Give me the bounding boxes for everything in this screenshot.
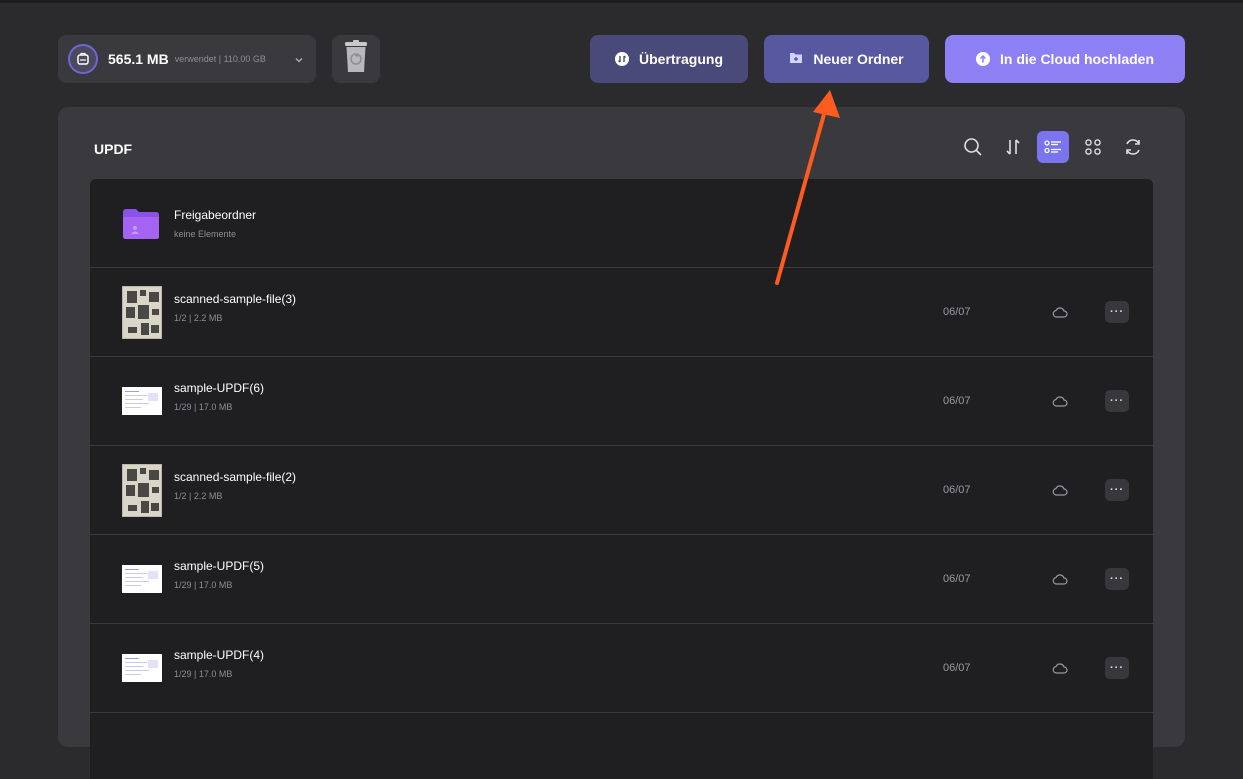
file-meta: 1/2 | 2.2 MB	[174, 491, 223, 501]
upload-button-label: In die Cloud hochladen	[1000, 51, 1154, 67]
cloud-icon[interactable]	[1052, 305, 1068, 323]
list-item[interactable]: scanned-sample-file(2) 1/2 | 2.2 MB 06/0…	[90, 446, 1153, 535]
transfer-button-label: Übertragung	[639, 51, 723, 67]
more-options-button[interactable]: ···	[1105, 301, 1129, 323]
file-name: sample-UPDF(4)	[174, 648, 265, 662]
file-name: sample-UPDF(5)	[174, 559, 265, 573]
file-meta: keine Elemente	[174, 229, 237, 239]
more-options-button[interactable]: ···	[1105, 568, 1129, 590]
refresh-icon[interactable]	[1117, 131, 1149, 163]
file-date: 06/07	[943, 395, 971, 407]
add-folder-icon	[789, 51, 803, 67]
cloud-icon[interactable]	[1052, 483, 1068, 501]
list-item[interactable]: scanned-sample-file(3) 1/2 | 2.2 MB 06/0…	[90, 268, 1153, 357]
file-meta: 1/29 | 17.0 MB	[174, 402, 233, 412]
new-folder-button[interactable]: Neuer Ordner	[764, 35, 929, 83]
file-date: 06/07	[943, 662, 971, 674]
file-thumbnail	[122, 286, 162, 339]
file-thumbnail	[122, 565, 162, 593]
file-meta: 1/29 | 17.0 MB	[174, 669, 233, 679]
view-toolbar	[957, 131, 1149, 163]
trash-button[interactable]	[332, 35, 380, 83]
list-item[interactable]: sample-UPDF(6) 1/29 | 17.0 MB 06/07 ···	[90, 357, 1153, 446]
cloud-icon[interactable]	[1052, 572, 1068, 590]
list-item[interactable]: sample-UPDF(4) 1/29 | 17.0 MB 06/07 ···	[90, 624, 1153, 713]
cloud-icon[interactable]	[1052, 394, 1068, 412]
storage-total-value: verwendet | 110.00 GB	[174, 54, 266, 64]
upload-to-cloud-button[interactable]: In die Cloud hochladen	[945, 35, 1185, 83]
file-date: 06/07	[943, 573, 971, 585]
upload-icon	[976, 52, 990, 66]
grid-view-icon[interactable]	[1077, 131, 1109, 163]
cloud-icon[interactable]	[1052, 661, 1068, 679]
file-panel: UPDF Freigabeordner keine Elemente scann…	[58, 107, 1185, 779]
panel-title: UPDF	[94, 141, 133, 157]
file-thumbnail	[122, 387, 162, 415]
storage-icon	[68, 44, 98, 74]
file-name: scanned-sample-file(3)	[174, 292, 297, 306]
transfer-icon	[615, 52, 629, 66]
folder-icon	[122, 208, 160, 245]
chevron-down-icon	[294, 52, 304, 70]
file-meta: 1/29 | 17.0 MB	[174, 580, 233, 590]
new-folder-button-label: Neuer Ordner	[813, 51, 904, 67]
more-options-button[interactable]: ···	[1105, 479, 1129, 501]
window-top-border	[0, 0, 1243, 3]
list-view-icon[interactable]	[1037, 131, 1069, 163]
sort-icon[interactable]	[997, 131, 1029, 163]
file-name: scanned-sample-file(2)	[174, 470, 297, 484]
file-name: sample-UPDF(6)	[174, 381, 265, 395]
file-list: Freigabeordner keine Elemente scanned-sa…	[90, 179, 1153, 779]
file-thumbnail	[122, 464, 162, 517]
more-options-button[interactable]: ···	[1105, 390, 1129, 412]
transfer-button[interactable]: Übertragung	[590, 35, 748, 83]
list-item-folder[interactable]: Freigabeordner keine Elemente	[90, 179, 1153, 268]
more-options-button[interactable]: ···	[1105, 657, 1129, 679]
storage-used-value: 565.1 MB	[108, 51, 169, 67]
storage-usage-dropdown[interactable]: 565.1 MB verwendet | 110.00 GB	[58, 35, 316, 83]
file-name: Freigabeordner	[174, 208, 257, 222]
file-meta: 1/2 | 2.2 MB	[174, 313, 223, 323]
file-thumbnail	[122, 654, 162, 682]
trash-icon	[343, 39, 369, 79]
search-icon[interactable]	[957, 131, 989, 163]
file-date: 06/07	[943, 306, 971, 318]
list-item[interactable]: sample-UPDF(5) 1/29 | 17.0 MB 06/07 ···	[90, 535, 1153, 624]
file-date: 06/07	[943, 484, 971, 496]
